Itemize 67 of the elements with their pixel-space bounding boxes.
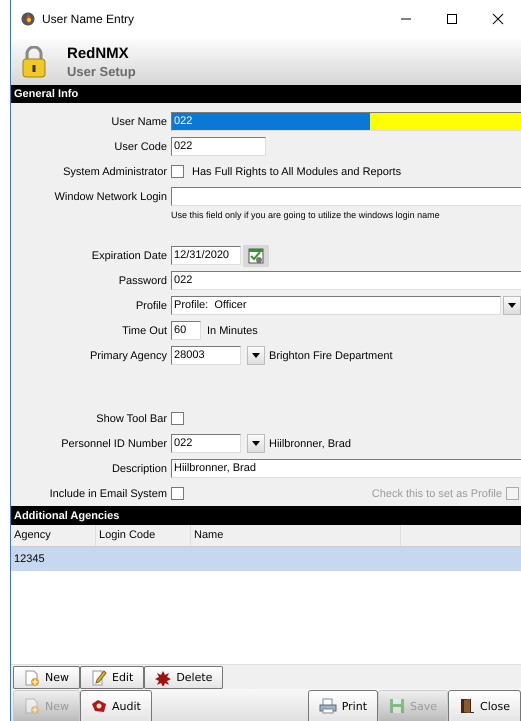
dropdown-button[interactable] <box>247 346 265 366</box>
edit-button[interactable]: Edit <box>80 666 144 689</box>
field-label: Profile <box>134 300 168 312</box>
triangle-down-icon <box>508 303 516 308</box>
input-field[interactable]: 60 <box>171 321 201 340</box>
field-label: User Code <box>113 140 168 153</box>
lookup-name: Brighton Fire Department <box>269 350 392 362</box>
field-label: Include in Email System <box>48 488 168 500</box>
app-logo-icon <box>21 12 35 26</box>
table-row[interactable]: 12345 <box>11 547 521 572</box>
delete-button[interactable]: Delete <box>144 666 224 689</box>
section-header: Additional Agencies <box>11 506 521 526</box>
audit-button[interactable]: Audit <box>80 690 152 721</box>
new-page-icon <box>24 670 40 686</box>
section-header: General Info <box>11 85 521 104</box>
print-button[interactable]: Print <box>308 690 378 721</box>
close-button[interactable]: Close <box>448 690 521 721</box>
field-label: System Administrator <box>62 166 168 178</box>
checkbox[interactable] <box>171 165 184 178</box>
field-label: Window Network Login <box>54 190 168 203</box>
app-name: RedNMX <box>67 45 130 62</box>
help-text: Use this field only if you are going to utilize the windows login name <box>171 209 441 222</box>
input-field[interactable]: 28003 <box>171 346 241 366</box>
checkbox-label: Check this to set as Profile <box>372 488 502 500</box>
padlock-icon <box>21 46 47 78</box>
input-field[interactable]: 022 <box>171 434 241 454</box>
pencil-page-icon <box>91 670 107 686</box>
dropdown-button[interactable] <box>503 296 521 316</box>
column-header[interactable]: Agency <box>11 525 96 546</box>
input-field[interactable] <box>171 187 521 206</box>
triangle-down-icon <box>252 441 260 446</box>
splat-icon <box>155 670 172 686</box>
field-label: Time Out <box>121 324 168 337</box>
field-label: User Name <box>110 116 168 128</box>
input-field[interactable]: 022 <box>171 137 266 156</box>
input-field[interactable]: 022 <box>171 271 521 290</box>
field-label: Description <box>110 462 168 475</box>
door-icon <box>459 698 476 714</box>
dropdown-button[interactable] <box>247 434 265 454</box>
page-subtitle: User Setup <box>67 64 136 80</box>
column-header[interactable]: Name <box>191 525 401 546</box>
lookup-name: Hiilbronner, Brad <box>269 438 351 450</box>
input-field[interactable]: Profile: Officer <box>171 296 501 316</box>
field-label: Personnel ID Number <box>60 438 168 450</box>
field-label: Show Tool Bar <box>95 412 168 425</box>
column-header[interactable]: Login Code <box>96 525 191 546</box>
input-field[interactable]: Hiilbronner, Brad <box>171 459 521 478</box>
field-label: Primary Agency <box>88 350 168 362</box>
field-label: Expiration Date <box>90 250 168 262</box>
close-icon[interactable] <box>492 13 504 26</box>
checkbox[interactable] <box>171 412 184 426</box>
maximize-icon[interactable] <box>446 13 458 26</box>
new-page-icon <box>24 698 40 714</box>
new-button[interactable]: New <box>13 666 80 689</box>
checkbox-label: Has Full Rights to All Modules and Reports <box>192 166 402 178</box>
field-label: Password <box>118 274 168 287</box>
calendar-button[interactable] <box>243 244 269 267</box>
window-title: User Name Entry <box>42 12 136 26</box>
calendar-check-icon <box>248 248 264 264</box>
input-field[interactable]: 022 <box>171 112 521 132</box>
triangle-down-icon <box>252 353 260 358</box>
checkbox[interactable] <box>171 487 184 500</box>
unit-label: In Minutes <box>207 324 258 337</box>
stamp-icon <box>91 698 107 714</box>
printer-icon <box>318 698 337 714</box>
input-field[interactable]: 12/31/2020 <box>171 246 241 266</box>
table-cell-text: 12345 <box>13 553 46 566</box>
